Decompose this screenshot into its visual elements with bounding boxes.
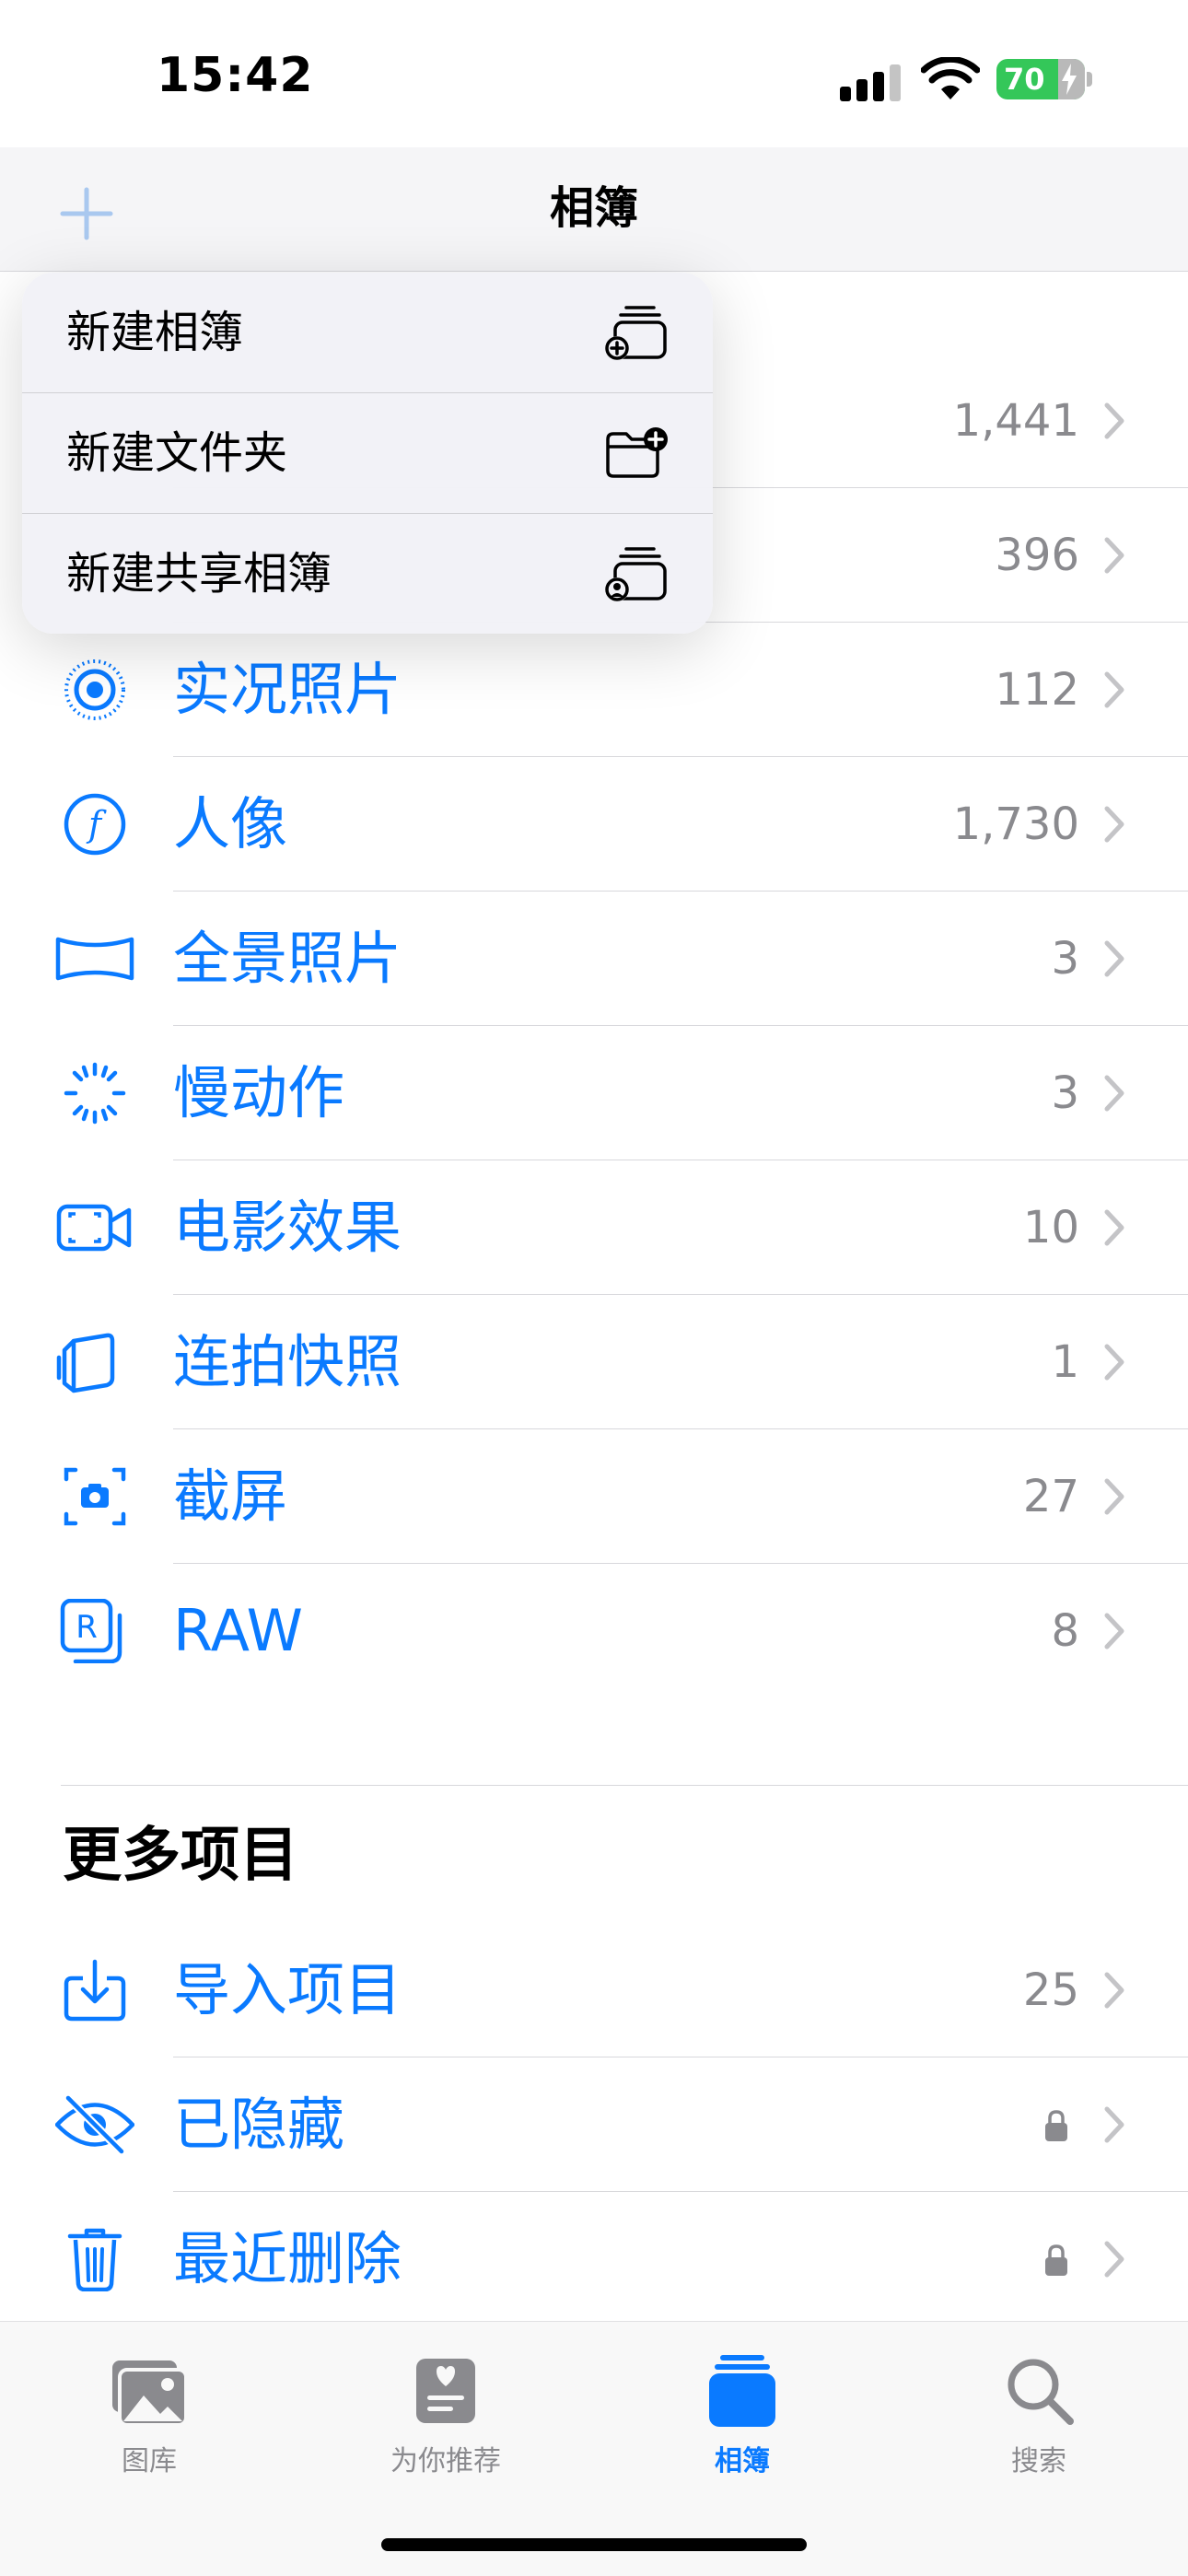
tab-label: 为你推荐 — [390, 2445, 501, 2477]
item-count: 1,441 — [952, 395, 1079, 447]
chevron-right-icon — [1104, 1209, 1124, 1246]
section-divider — [61, 1785, 1188, 1786]
menu-item-new-shared-album[interactable]: 新建共享相簿 — [22, 514, 713, 634]
chevron-right-icon — [1104, 671, 1124, 708]
list-item-live-photos[interactable]: 实况照片 112 — [0, 623, 1188, 757]
item-label: 连拍快照 — [173, 1328, 402, 1395]
item-label: 导入项目 — [173, 1956, 402, 2023]
import-icon — [64, 1959, 126, 2022]
for-you-icon — [416, 2359, 475, 2423]
item-count: 112 — [995, 664, 1079, 716]
battery-level: 70 — [1004, 62, 1045, 97]
item-count: 27 — [1022, 1471, 1079, 1522]
item-count: 1,730 — [952, 798, 1079, 850]
charging-bolt-icon — [1062, 64, 1077, 95]
item-count: 396 — [995, 530, 1079, 581]
screenshot-icon — [64, 1467, 126, 1526]
chevron-right-icon — [1104, 1613, 1124, 1649]
menu-item-label: 新建文件夹 — [66, 427, 288, 479]
navigation-bar: 相簿 — [0, 147, 1188, 272]
menu-item-new-folder[interactable]: 新建文件夹 — [22, 393, 713, 513]
tab-label: 搜索 — [1011, 2445, 1066, 2477]
lock-icon — [1045, 2110, 1067, 2141]
item-label: 最近删除 — [173, 2225, 402, 2292]
chevron-right-icon — [1104, 1344, 1124, 1381]
lock-icon — [1045, 2244, 1067, 2276]
live-photo-icon — [64, 659, 125, 720]
svg-text:f: f — [86, 804, 107, 845]
list-item-screenshots[interactable]: 截屏 27 — [0, 1429, 1188, 1564]
new-folder-icon — [606, 427, 668, 478]
svg-text:R: R — [76, 1609, 98, 1646]
item-label: 已隐藏 — [173, 2091, 345, 2158]
chevron-right-icon — [1104, 940, 1124, 977]
tab-label: 图库 — [122, 2445, 177, 2477]
item-label: 电影效果 — [173, 1194, 402, 1261]
raw-icon: R — [60, 1599, 122, 1663]
tab-label: 相簿 — [715, 2445, 770, 2477]
battery-indicator: 70 — [996, 59, 1085, 99]
new-shared-album-icon — [605, 547, 667, 601]
chevron-right-icon — [1104, 1478, 1124, 1515]
item-label: 慢动作 — [173, 1059, 345, 1126]
list-item-hidden[interactable]: 已隐藏 — [0, 2057, 1188, 2192]
item-label: 人像 — [173, 790, 288, 857]
burst-icon — [56, 1333, 115, 1393]
page-title: 相簿 — [549, 182, 638, 234]
menu-item-label: 新建共享相簿 — [66, 548, 332, 600]
chevron-right-icon — [1104, 537, 1124, 574]
portrait-icon: f — [64, 793, 126, 856]
item-label: 截屏 — [173, 1463, 288, 1530]
item-count: 3 — [1051, 933, 1079, 985]
item-count: 25 — [1022, 1964, 1079, 2016]
list-item-raw[interactable]: R RAW 8 — [0, 1564, 1188, 1698]
chevron-right-icon — [1104, 2241, 1124, 2278]
albums-icon — [709, 2355, 775, 2427]
item-label: RAW — [173, 1597, 303, 1664]
status-time: 15:42 — [157, 48, 314, 103]
section-title-more: 更多项目 — [63, 1822, 298, 1890]
list-item-cinematic[interactable]: 电影效果 10 — [0, 1160, 1188, 1295]
photo-library-icon — [112, 2360, 188, 2427]
status-bar: 15:42 70 — [0, 0, 1188, 147]
chevron-right-icon — [1104, 1075, 1124, 1112]
list-item-recently-deleted[interactable]: 最近删除 — [0, 2192, 1188, 2326]
item-label: 全景照片 — [173, 925, 402, 992]
item-count: 8 — [1051, 1605, 1079, 1657]
list-item-imports[interactable]: 导入项目 25 — [0, 1923, 1188, 2057]
list-item-portrait[interactable]: f 人像 1,730 — [0, 757, 1188, 892]
item-count: 3 — [1051, 1067, 1079, 1119]
panorama-icon — [55, 937, 134, 981]
tab-for-you[interactable]: 为你推荐 — [354, 2353, 538, 2500]
wifi-icon — [921, 57, 980, 99]
slow-motion-icon — [64, 1062, 126, 1125]
tab-albums[interactable]: 相簿 — [650, 2353, 834, 2500]
chevron-right-icon — [1104, 402, 1124, 439]
home-indicator — [381, 2538, 807, 2551]
list-item-panoramas[interactable]: 全景照片 3 — [0, 892, 1188, 1026]
trash-icon — [67, 2228, 122, 2291]
battery-cap — [1087, 72, 1092, 87]
add-menu: 新建相簿 新建文件夹 新建共享相簿 — [22, 273, 713, 634]
tab-search[interactable]: 搜索 — [947, 2353, 1131, 2500]
item-label: 实况照片 — [173, 656, 402, 723]
chevron-right-icon — [1104, 806, 1124, 843]
tab-library[interactable]: 图库 — [57, 2353, 241, 2500]
chevron-right-icon — [1104, 1972, 1124, 2009]
chevron-right-icon — [1104, 2106, 1124, 2143]
item-count: 10 — [1022, 1202, 1079, 1253]
cinematic-video-icon — [56, 1204, 132, 1252]
search-icon — [1007, 2359, 1074, 2425]
menu-item-label: 新建相簿 — [66, 307, 244, 358]
menu-item-new-album[interactable]: 新建相簿 — [22, 273, 713, 392]
item-count: 1 — [1051, 1336, 1079, 1388]
new-album-icon — [605, 306, 667, 360]
list-item-bursts[interactable]: 连拍快照 1 — [0, 1295, 1188, 1429]
cellular-signal-icon — [840, 64, 901, 101]
list-item-slo-mo[interactable]: 慢动作 3 — [0, 1026, 1188, 1160]
eye-slash-icon — [55, 2094, 134, 2155]
